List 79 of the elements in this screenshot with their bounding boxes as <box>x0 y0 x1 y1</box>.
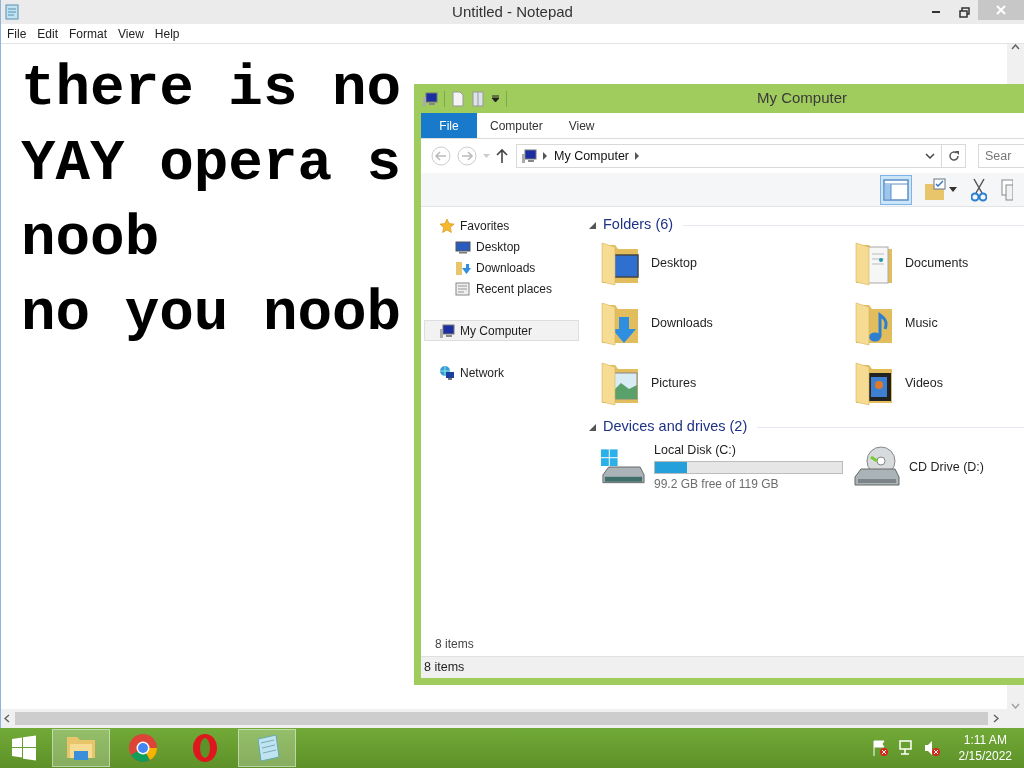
folder-label[interactable]: Documents <box>905 253 969 273</box>
search-field[interactable]: Sear <box>978 144 1024 168</box>
caret-icon[interactable] <box>491 94 500 103</box>
drive-label[interactable]: CD Drive (D:) <box>909 457 984 477</box>
collapse-icon[interactable] <box>589 221 596 229</box>
page-icon[interactable] <box>451 90 465 107</box>
taskbar-button[interactable] <box>238 729 296 767</box>
notepad-icon <box>4 4 20 20</box>
windows-icon <box>11 735 37 761</box>
flag-icon[interactable] <box>870 739 889 757</box>
nav-item[interactable]: Recent places <box>424 278 579 299</box>
monitor-icon <box>455 238 471 255</box>
menu-item[interactable]: File <box>1 24 32 43</box>
folder-label[interactable]: Desktop <box>651 253 697 273</box>
scroll-down-icon <box>1011 703 1020 709</box>
folder-label[interactable]: Music <box>905 313 938 333</box>
dropdown-icon[interactable] <box>925 152 935 160</box>
text-line: YAY opera s <box>21 130 402 198</box>
taskbar-button[interactable] <box>52 729 110 767</box>
scroll-up-icon <box>1011 44 1020 50</box>
horizontal-scrollbar[interactable] <box>1 709 1024 728</box>
cd-drive-icon <box>853 444 901 489</box>
book-icon[interactable] <box>471 90 485 107</box>
status-text: 8 items <box>424 659 465 677</box>
forward-icon[interactable] <box>457 146 477 166</box>
text-line: there is no <box>21 55 402 123</box>
breadcrumb[interactable]: My Computer <box>554 146 630 166</box>
back-icon[interactable] <box>431 146 451 166</box>
nav-item[interactable]: Downloads <box>424 257 579 278</box>
globe-monitor-icon <box>439 364 455 381</box>
preview-pane-button[interactable] <box>880 174 912 205</box>
text-line: no you noob <box>21 280 402 348</box>
folder-arrow-icon <box>455 259 471 276</box>
scroll-thumb[interactable] <box>15 712 988 725</box>
item-count: 8 items <box>435 636 474 653</box>
menu-item[interactable]: Format <box>63 24 113 43</box>
network-icon[interactable] <box>896 739 915 757</box>
minimize-icon <box>932 11 940 13</box>
chevron-icon <box>543 152 548 160</box>
address-bar[interactable]: My Computer <box>516 144 942 168</box>
speaker-icon[interactable] <box>922 739 941 757</box>
collapse-icon[interactable] <box>589 423 596 431</box>
nav-item[interactable]: My Computer <box>424 320 579 341</box>
browser-icon <box>126 731 160 765</box>
computer-icon <box>439 322 455 339</box>
scroll-left-icon <box>4 714 10 723</box>
copy-icon <box>1001 177 1013 202</box>
refresh-icon <box>947 150 960 162</box>
folder-label[interactable]: Videos <box>905 373 943 393</box>
window-title: My Computer <box>756 88 848 109</box>
chevron-icon <box>635 152 641 160</box>
nav-item[interactable]: Network <box>424 362 579 383</box>
scroll-right-icon <box>993 714 999 723</box>
group-header[interactable]: Devices and drives (2) <box>603 416 748 438</box>
menu-item[interactable]: View <box>112 24 149 43</box>
menu-item[interactable]: Edit <box>31 24 64 43</box>
ribbon-tab[interactable]: File <box>421 113 477 138</box>
folder-check-icon <box>923 177 947 202</box>
free-space-text: 99.2 GB free of 119 GB <box>654 475 780 493</box>
nav-item[interactable]: Favorites <box>424 215 579 236</box>
star-icon <box>439 217 455 234</box>
up-arrow-icon[interactable] <box>496 148 508 164</box>
window-title: Untitled - Notepad <box>452 2 573 20</box>
text-line: noob <box>21 205 160 273</box>
group-header[interactable]: Folders (6) <box>603 214 674 236</box>
pane-icon <box>883 178 909 201</box>
computer-icon <box>521 148 537 164</box>
caret-icon <box>949 187 957 192</box>
drive-label[interactable]: Local Disk (C:) <box>654 441 843 460</box>
folder-label[interactable]: Downloads <box>651 313 713 333</box>
scissors-icon <box>971 177 987 202</box>
computer-icon[interactable] <box>422 90 438 107</box>
folder-label[interactable]: Pictures <box>651 373 697 393</box>
refresh-button[interactable] <box>942 144 966 168</box>
menu-item[interactable]: Help <box>148 24 185 43</box>
close-icon <box>996 5 1006 15</box>
nav-item[interactable]: Desktop <box>424 236 579 257</box>
recent-places-icon <box>455 280 471 297</box>
restore-icon <box>958 6 970 18</box>
